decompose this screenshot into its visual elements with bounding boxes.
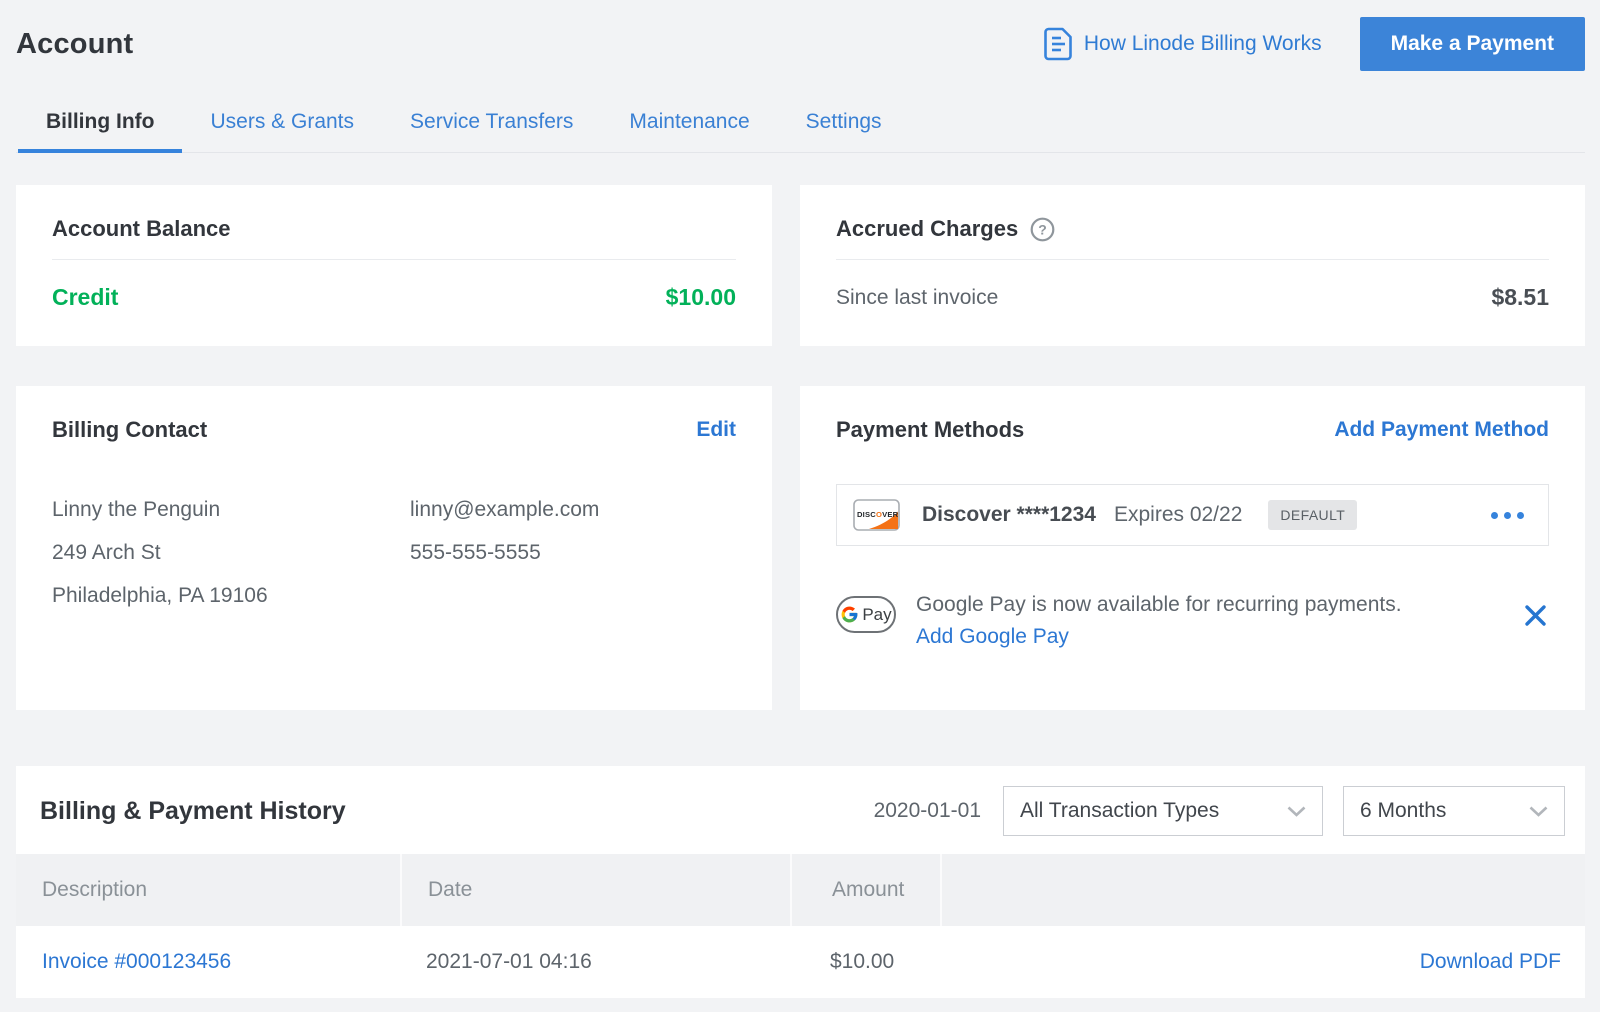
divider (52, 259, 736, 260)
account-tabs: Billing Info Users & Grants Service Tran… (16, 96, 1585, 153)
how-billing-works-link[interactable]: How Linode Billing Works (1044, 27, 1322, 61)
svg-text:DISCOVER: DISCOVER (857, 510, 899, 519)
payment-method-row: DISCOVER Discover ****1234 Expires 02/22… (836, 484, 1549, 546)
billing-history-table: Description Date Amount Invoice #0001234… (16, 854, 1585, 998)
credit-label: Credit (52, 284, 118, 311)
chevron-down-icon (1287, 806, 1306, 817)
table-row: Invoice #000123456 2021-07-01 04:16 $10.… (16, 926, 1585, 998)
summary-cards-row: Account Balance Credit $10.00 Accrued Ch… (16, 185, 1585, 346)
card-expiry: Expires 02/22 (1114, 503, 1242, 527)
page-title: Account (16, 28, 133, 61)
accrued-charges-card: Accrued Charges ? Since last invoice $8.… (800, 185, 1585, 346)
divider (836, 259, 1549, 260)
transaction-type-value: All Transaction Types (1020, 799, 1219, 823)
help-icon[interactable]: ? (1030, 217, 1055, 242)
column-description: Description (16, 854, 400, 926)
google-pay-banner: Pay Google Pay is now available for recu… (836, 592, 1549, 649)
billing-contact-title: Billing Contact (52, 416, 207, 444)
invoice-amount: $10.00 (790, 926, 940, 998)
contact-phone: 555-555-5555 (410, 531, 736, 574)
history-start-date: 2020-01-01 (874, 799, 981, 823)
tab-service-transfers[interactable]: Service Transfers (382, 96, 601, 153)
google-pay-icon-text: Pay (862, 605, 891, 625)
document-icon (1044, 27, 1073, 61)
billing-history-section: Billing & Payment History 2020-01-01 All… (16, 766, 1585, 998)
transaction-type-select[interactable]: All Transaction Types (1003, 786, 1323, 836)
contact-address-line2: Philadelphia, PA 19106 (52, 574, 408, 617)
add-payment-method-link[interactable]: Add Payment Method (1334, 418, 1549, 442)
invoice-date: 2021-07-01 04:16 (400, 926, 790, 998)
edit-contact-link[interactable]: Edit (696, 418, 736, 442)
accrued-amount: $8.51 (1491, 284, 1549, 311)
billing-history-title: Billing & Payment History (40, 797, 346, 826)
period-value: 6 Months (1360, 799, 1446, 823)
detail-cards-row: Billing Contact Edit Linny the Penguin 2… (16, 386, 1585, 710)
tab-billing-info[interactable]: Billing Info (18, 96, 182, 153)
account-balance-card: Account Balance Credit $10.00 (16, 185, 772, 346)
header-actions: How Linode Billing Works Make a Payment (1044, 17, 1585, 71)
download-pdf-link[interactable]: Download PDF (1420, 950, 1561, 973)
svg-text:?: ? (1038, 221, 1047, 237)
page-header: Account How Linode Billing Works Make a … (16, 0, 1585, 74)
account-balance-title: Account Balance (52, 215, 231, 243)
google-g-icon (840, 605, 859, 624)
column-amount: Amount (790, 854, 940, 926)
chevron-down-icon (1529, 806, 1548, 817)
since-last-invoice-label: Since last invoice (836, 286, 998, 310)
billing-contact-card: Billing Contact Edit Linny the Penguin 2… (16, 386, 772, 710)
default-badge: DEFAULT (1268, 500, 1357, 530)
column-date: Date (400, 854, 790, 926)
card-label: Discover ****1234 (922, 503, 1096, 527)
tab-users-grants[interactable]: Users & Grants (182, 96, 382, 153)
card-actions-menu-icon[interactable] (1487, 508, 1528, 523)
google-pay-icon: Pay (836, 596, 896, 633)
payment-methods-card: Payment Methods Add Payment Method DISCO… (800, 386, 1585, 710)
how-billing-works-label: How Linode Billing Works (1084, 32, 1322, 56)
payment-methods-title: Payment Methods (836, 416, 1024, 444)
column-actions (940, 854, 1585, 926)
tab-settings[interactable]: Settings (778, 96, 910, 153)
accrued-charges-title: Accrued Charges (836, 215, 1018, 243)
close-banner-icon[interactable] (1522, 602, 1549, 629)
contact-email: linny@example.com (410, 488, 736, 531)
history-filters: 2020-01-01 All Transaction Types 6 Month… (874, 786, 1565, 836)
make-payment-button[interactable]: Make a Payment (1360, 17, 1585, 71)
period-select[interactable]: 6 Months (1343, 786, 1565, 836)
discover-card-icon: DISCOVER (853, 499, 900, 531)
contact-details: Linny the Penguin 249 Arch St Philadelph… (52, 488, 736, 617)
contact-reach-column: linny@example.com 555-555-5555 (410, 488, 736, 617)
add-google-pay-link[interactable]: Add Google Pay (916, 625, 1069, 649)
tab-maintenance[interactable]: Maintenance (601, 96, 777, 153)
credit-amount: $10.00 (666, 284, 736, 311)
table-header-row: Description Date Amount (16, 854, 1585, 926)
contact-address-column: Linny the Penguin 249 Arch St Philadelph… (52, 488, 408, 617)
account-page: Account How Linode Billing Works Make a … (0, 0, 1600, 1012)
contact-name: Linny the Penguin (52, 488, 408, 531)
google-pay-message: Google Pay is now available for recurrin… (916, 592, 1402, 617)
invoice-link[interactable]: Invoice #000123456 (42, 950, 231, 973)
contact-address-line1: 249 Arch St (52, 531, 408, 574)
